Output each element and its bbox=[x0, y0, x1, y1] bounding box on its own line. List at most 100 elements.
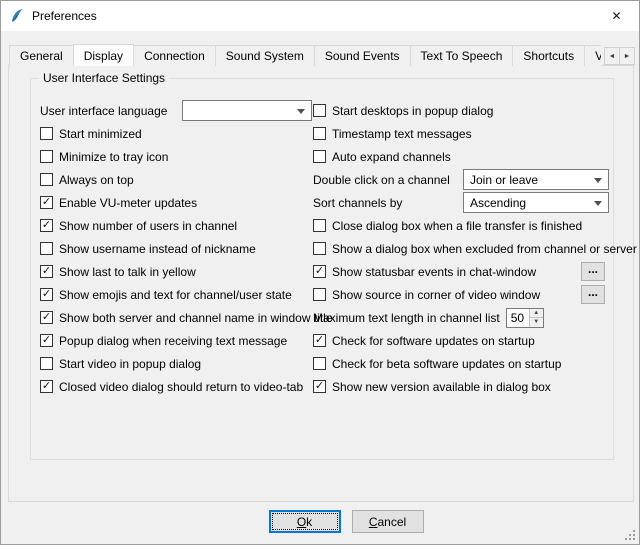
right-column: Start desktops in popup dialog Timestamp… bbox=[313, 99, 609, 398]
titlebar[interactable]: Preferences ✕ bbox=[1, 1, 639, 31]
sort-channels-value: Ascending bbox=[470, 196, 526, 210]
checkbox-row[interactable]: Show last to talk in yellow bbox=[40, 260, 312, 283]
excluded-dialog-checkbox[interactable] bbox=[313, 242, 326, 255]
max-text-length-value: 50 bbox=[507, 309, 529, 327]
checkbox-label: Check for software updates on startup bbox=[332, 334, 535, 348]
emojis-checkbox[interactable] bbox=[40, 288, 53, 301]
statusbar-events-checkbox[interactable] bbox=[313, 265, 326, 278]
tab-sound-system[interactable]: Sound System bbox=[215, 45, 315, 66]
cancel-button[interactable]: Cancel bbox=[352, 510, 424, 533]
checkbox-row[interactable]: Show both server and channel name in win… bbox=[40, 306, 312, 329]
tab-bar: General Display Connection Sound System … bbox=[9, 44, 601, 66]
sort-channels-label: Sort channels by bbox=[313, 196, 402, 210]
left-column: User interface language Start minimized … bbox=[40, 99, 312, 398]
tab-connection[interactable]: Connection bbox=[133, 45, 216, 66]
video-return-tab-checkbox[interactable] bbox=[40, 380, 53, 393]
checkbox-row[interactable]: Show a dialog box when excluded from cha… bbox=[313, 237, 609, 260]
tab-scroll-buttons: ◄ ► bbox=[604, 47, 635, 65]
tab-video[interactable]: Video bbox=[584, 45, 601, 66]
chevron-down-icon bbox=[594, 178, 602, 183]
tab-shortcuts[interactable]: Shortcuts bbox=[512, 45, 585, 66]
checkbox-row[interactable]: Closed video dialog should return to vid… bbox=[40, 375, 312, 398]
checkbox-label: Show statusbar events in chat-window bbox=[332, 265, 536, 279]
username-checkbox[interactable] bbox=[40, 242, 53, 255]
popup-text-message-checkbox[interactable] bbox=[40, 334, 53, 347]
checkbox-row[interactable]: Show new version available in dialog box bbox=[313, 375, 609, 398]
video-popup-checkbox[interactable] bbox=[40, 357, 53, 370]
minimize-to-tray-checkbox[interactable] bbox=[40, 150, 53, 163]
tab-scroll-left-icon[interactable]: ◄ bbox=[604, 47, 620, 65]
checkbox-row[interactable]: Timestamp text messages bbox=[313, 122, 609, 145]
checkbox-label: Show last to talk in yellow bbox=[59, 265, 196, 279]
ok-button[interactable]: Ok bbox=[269, 510, 341, 533]
checkbox-row[interactable]: Always on top bbox=[40, 168, 312, 191]
checkbox-row[interactable]: Start minimized bbox=[40, 122, 312, 145]
checkbox-row[interactable]: Auto expand channels bbox=[313, 145, 609, 168]
video-source-more-button[interactable]: ... bbox=[581, 285, 605, 304]
sort-channels-combobox[interactable]: Ascending bbox=[463, 192, 609, 213]
double-click-combobox[interactable]: Join or leave bbox=[463, 169, 609, 190]
checkbox-label: Minimize to tray icon bbox=[59, 150, 168, 164]
tab-sound-events[interactable]: Sound Events bbox=[314, 45, 411, 66]
checkbox-label: Show number of users in channel bbox=[59, 219, 237, 233]
max-text-length-spinner[interactable]: 50 ▲ ▼ bbox=[506, 308, 544, 328]
checkbox-label: Show both server and channel name in win… bbox=[59, 311, 333, 325]
spin-down-icon[interactable]: ▼ bbox=[530, 318, 543, 327]
group-title: User Interface Settings bbox=[39, 71, 169, 85]
max-text-length-label: Maximum text length in channel list bbox=[313, 311, 500, 325]
checkbox-row[interactable]: Start desktops in popup dialog bbox=[313, 99, 609, 122]
window-title-checkbox[interactable] bbox=[40, 311, 53, 324]
checkbox-label: Timestamp text messages bbox=[332, 127, 472, 141]
tab-general[interactable]: General bbox=[9, 45, 74, 66]
statusbar-events-row[interactable]: Show statusbar events in chat-window ... bbox=[313, 260, 609, 283]
always-on-top-checkbox[interactable] bbox=[40, 173, 53, 186]
checkbox-row[interactable]: Show username instead of nickname bbox=[40, 237, 312, 260]
chevron-down-icon bbox=[297, 109, 305, 114]
checkbox-row[interactable]: Check for beta software updates on start… bbox=[313, 352, 609, 375]
checkbox-row[interactable]: Check for software updates on startup bbox=[313, 329, 609, 352]
new-version-dialog-checkbox[interactable] bbox=[313, 380, 326, 393]
video-source-checkbox[interactable] bbox=[313, 288, 326, 301]
updates-checkbox[interactable] bbox=[313, 334, 326, 347]
desktops-popup-checkbox[interactable] bbox=[313, 104, 326, 117]
file-transfer-close-checkbox[interactable] bbox=[313, 219, 326, 232]
checkbox-row[interactable]: Close dialog box when a file transfer is… bbox=[313, 214, 609, 237]
max-text-length-row: Maximum text length in channel list 50 ▲… bbox=[313, 306, 609, 329]
checkbox-label: Start video in popup dialog bbox=[59, 357, 201, 371]
resize-grip[interactable] bbox=[623, 528, 635, 540]
checkbox-row[interactable]: Start video in popup dialog bbox=[40, 352, 312, 375]
tab-text-to-speech[interactable]: Text To Speech bbox=[410, 45, 514, 66]
checkbox-label: Show source in corner of video window bbox=[332, 288, 540, 302]
checkbox-row[interactable]: Enable VU-meter updates bbox=[40, 191, 312, 214]
close-icon[interactable]: ✕ bbox=[594, 1, 639, 31]
checkbox-label: Show username instead of nickname bbox=[59, 242, 256, 256]
checkbox-row[interactable]: Show emojis and text for channel/user st… bbox=[40, 283, 312, 306]
checkbox-label: Show a dialog box when excluded from cha… bbox=[332, 242, 637, 256]
video-source-row[interactable]: Show source in corner of video window ..… bbox=[313, 283, 609, 306]
checkbox-label: Always on top bbox=[59, 173, 134, 187]
language-combobox[interactable] bbox=[182, 100, 312, 121]
start-minimized-checkbox[interactable] bbox=[40, 127, 53, 140]
statusbar-events-more-button[interactable]: ... bbox=[581, 262, 605, 281]
dialog-footer: Ok Cancel bbox=[1, 510, 639, 533]
tab-scroll-right-icon[interactable]: ► bbox=[619, 47, 635, 65]
checkbox-label: Start desktops in popup dialog bbox=[332, 104, 493, 118]
window-title: Preferences bbox=[32, 9, 97, 23]
tab-display[interactable]: Display bbox=[73, 44, 134, 66]
vu-meter-checkbox[interactable] bbox=[40, 196, 53, 209]
timestamp-checkbox[interactable] bbox=[313, 127, 326, 140]
beta-updates-checkbox[interactable] bbox=[313, 357, 326, 370]
double-click-label: Double click on a channel bbox=[313, 173, 450, 187]
last-to-talk-checkbox[interactable] bbox=[40, 265, 53, 278]
auto-expand-checkbox[interactable] bbox=[313, 150, 326, 163]
ok-button-label: Ok bbox=[297, 515, 312, 529]
spinner-buttons: ▲ ▼ bbox=[529, 309, 543, 327]
language-row: User interface language bbox=[40, 99, 312, 122]
checkbox-row[interactable]: Popup dialog when receiving text message bbox=[40, 329, 312, 352]
spin-up-icon[interactable]: ▲ bbox=[530, 309, 543, 319]
checkbox-row[interactable]: Show number of users in channel bbox=[40, 214, 312, 237]
checkbox-label: Close dialog box when a file transfer is… bbox=[332, 219, 582, 233]
preferences-dialog: Preferences ✕ General Display Connection… bbox=[0, 0, 640, 545]
checkbox-row[interactable]: Minimize to tray icon bbox=[40, 145, 312, 168]
user-count-checkbox[interactable] bbox=[40, 219, 53, 232]
